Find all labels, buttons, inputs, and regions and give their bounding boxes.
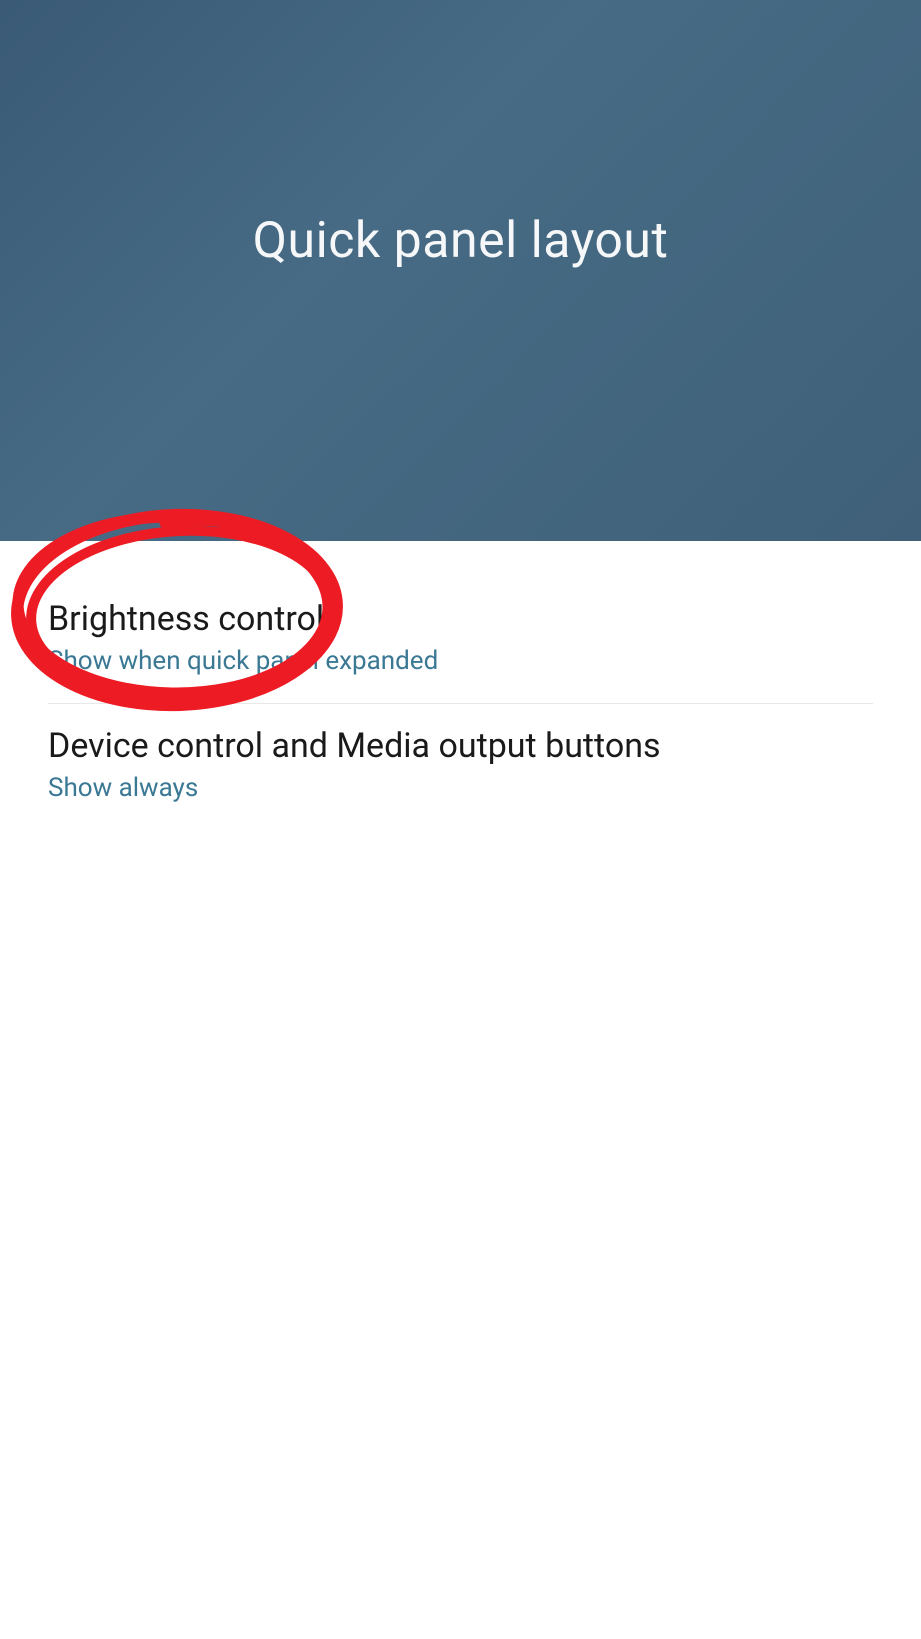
setting-item-brightness-control[interactable]: Brightness control Show when quick panel…	[0, 577, 921, 703]
setting-item-device-control[interactable]: Device control and Media output buttons …	[0, 704, 921, 830]
setting-item-title: Brightness control	[48, 597, 873, 641]
setting-item-title: Device control and Media output buttons	[48, 724, 873, 768]
setting-item-subtitle: Show always	[48, 772, 873, 806]
header-section: Quick panel layout	[0, 0, 921, 541]
setting-item-subtitle: Show when quick panel expanded	[48, 645, 873, 679]
content-panel: Brightness control Show when quick panel…	[0, 541, 921, 1639]
page-title: Quick panel layout	[253, 212, 669, 270]
